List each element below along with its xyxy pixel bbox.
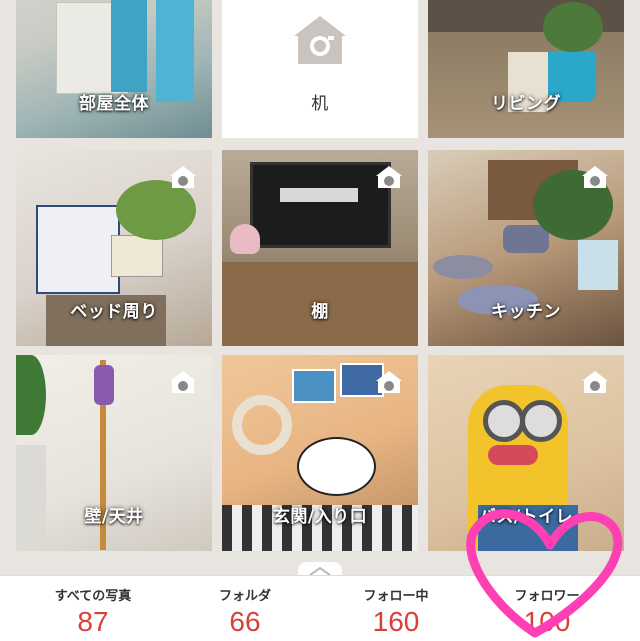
tab-count: 160 bbox=[372, 606, 420, 637]
tab-all-photos[interactable]: すべての写真 87 bbox=[13, 576, 173, 641]
tab-label: フォロワー bbox=[514, 589, 580, 604]
folder-tile-wall-ceiling[interactable]: 壁/天井 bbox=[16, 355, 212, 551]
camera-icon[interactable] bbox=[168, 164, 198, 190]
folder-label: 部屋全体 bbox=[79, 94, 149, 114]
camera-icon[interactable] bbox=[374, 164, 404, 190]
home-camera-icon bbox=[294, 16, 346, 64]
camera-icon[interactable] bbox=[580, 369, 610, 395]
folder-grid: 部屋全体 机 リビング ベッド周り 棚 キッチン 壁/天井 玄関/入り口 バス/… bbox=[0, 0, 640, 575]
folder-label: ベッド周り bbox=[70, 302, 158, 322]
folder-label: キッチン bbox=[491, 302, 561, 322]
tab-followers[interactable]: フォロワー 100 bbox=[467, 576, 627, 641]
folder-tile-kitchen[interactable]: キッチン bbox=[428, 150, 624, 346]
tab-label: フォルダ bbox=[218, 589, 271, 604]
folder-label: 棚 bbox=[311, 302, 329, 322]
tab-folders[interactable]: フォルダ 66 bbox=[165, 576, 325, 641]
camera-icon[interactable] bbox=[168, 369, 198, 395]
camera-icon[interactable] bbox=[580, 164, 610, 190]
camera-icon[interactable] bbox=[374, 369, 404, 395]
folder-label: バス/トイレ bbox=[478, 507, 574, 527]
folder-tile-room-overall[interactable]: 部屋全体 bbox=[16, 0, 212, 138]
folder-label: 玄関/入り口 bbox=[272, 507, 368, 527]
folder-tile-entrance[interactable]: 玄関/入り口 bbox=[222, 355, 418, 551]
tab-label: フォロー中 bbox=[363, 589, 429, 604]
tab-following[interactable]: フォロー中 160 bbox=[316, 576, 476, 641]
tab-count: 66 bbox=[229, 606, 261, 637]
tab-count: 87 bbox=[77, 606, 109, 637]
folder-tile-desk[interactable]: 机 bbox=[222, 0, 418, 138]
folder-label: リビング bbox=[491, 94, 561, 114]
folder-tile-bedside[interactable]: ベッド周り bbox=[16, 150, 212, 346]
tab-label: すべての写真 bbox=[54, 589, 132, 604]
profile-stats-bar: すべての写真 87 フォルダ 66 フォロー中 160 フォロワー 100 bbox=[0, 575, 640, 641]
folder-label: 机 bbox=[311, 94, 329, 114]
folder-tile-shelf[interactable]: 棚 bbox=[222, 150, 418, 346]
folder-tile-living[interactable]: リビング bbox=[428, 0, 624, 138]
folder-tile-bath-toilet[interactable]: バス/トイレ bbox=[428, 355, 624, 551]
tab-count: 100 bbox=[523, 606, 571, 637]
folder-label: 壁/天井 bbox=[84, 507, 144, 527]
